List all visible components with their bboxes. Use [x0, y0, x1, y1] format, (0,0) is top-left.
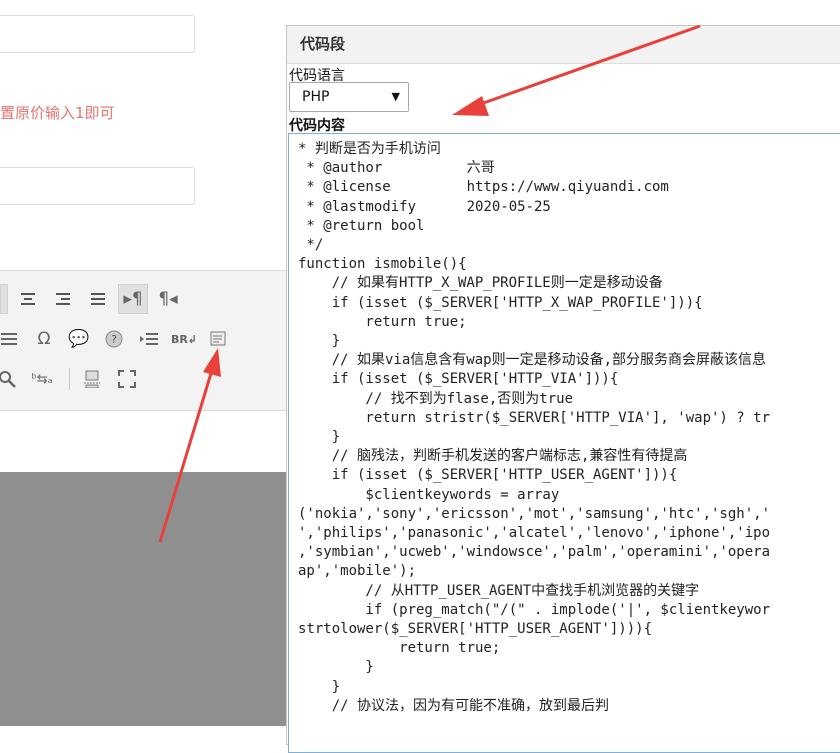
align-justify-icon[interactable] — [83, 284, 113, 314]
code-line: // 如果有HTTP_X_WAP_PROFILE则一定是移动设备 — [331, 275, 663, 292]
horizontal-rule-icon[interactable] — [0, 324, 24, 354]
ltr-icon[interactable]: ▸¶ — [118, 284, 148, 314]
find-icon[interactable] — [0, 364, 22, 394]
code-line: // 从HTTP_USER_AGENT中查找手机浏览器的关键字 — [365, 582, 700, 599]
code-line: * 判断是否为手机访问 — [298, 141, 441, 157]
fullscreen-icon[interactable] — [112, 364, 142, 394]
code-line: // 脑残法，判断手机发送的客户端标志,兼容性有待提高 — [331, 448, 688, 465]
help-icon[interactable]: ? — [99, 324, 129, 354]
code-line: } — [331, 333, 341, 350]
special-char-icon[interactable]: Ω — [29, 324, 59, 354]
replace-icon[interactable]: ᵇ⇆ₐ — [27, 364, 57, 394]
code-content-textarea[interactable]: * 判断是否为手机访问 * @author 六哥 * @license http… — [288, 133, 840, 753]
code-line: * @lastmodify 2020-05-25 — [306, 198, 551, 215]
text-input-top[interactable] — [0, 15, 195, 53]
code-line: // 找不到为flase,否则为true — [365, 390, 574, 407]
code-line: return stristr($_SERVER['HTTP_VIA'], 'wa… — [365, 409, 771, 426]
code-line: } — [365, 659, 374, 676]
code-text: * 判断是否为手机访问 * @author 六哥 * @license http… — [289, 134, 840, 716]
code-line: if (isset ($_SERVER['HTTP_X_WAP_PROFILE'… — [331, 294, 703, 311]
code-line: strtolower($_SERVER['HTTP_USER_AGENT']))… — [298, 621, 653, 638]
code-snippet-dialog: 代码段 代码语言 PHP ▼ 代码内容 * 判断是否为手机访问 * @autho… — [286, 25, 840, 753]
align-right-icon[interactable] — [48, 284, 78, 314]
code-line: ','philips','panasonic','alcatel','lenov… — [298, 525, 771, 542]
code-line: */ — [306, 237, 324, 254]
code-line: if (isset ($_SERVER['HTTP_USER_AGENT']))… — [331, 467, 678, 484]
line-break-icon[interactable]: BR↲ — [169, 324, 199, 354]
code-line: return true; — [365, 313, 467, 330]
text-input-middle[interactable] — [0, 167, 195, 205]
code-line: } — [331, 429, 341, 446]
dialog-title: 代码段 — [287, 26, 840, 64]
editor-content-area[interactable] — [0, 410, 288, 473]
language-select-value: PHP — [302, 89, 330, 105]
toolbar-divider — [69, 368, 70, 390]
svg-text:?: ? — [111, 333, 117, 346]
price-hint-text: 置原价输入1即可 — [0, 104, 115, 122]
content-label: 代码内容 — [289, 118, 345, 134]
code-line: // 如果via信息含有wap则一定是移动设备,部分服务商会屏蔽该信息 — [331, 352, 767, 369]
editor-toolbar: ​ ▸¶ ¶◂ Ω 💬 ? BR↲ ᵇ⇆ₐ — [0, 270, 288, 411]
code-line: ,'symbian','ucweb','windowsce','palm','o… — [298, 544, 771, 561]
code-line: // 协议法，因为有可能不准确，放到最后判 — [331, 697, 609, 714]
modal-overlay — [0, 472, 288, 726]
code-line: if (preg_match("/(" . implode('|', $clie… — [365, 601, 771, 618]
emoticon-icon[interactable]: 💬 — [64, 324, 94, 354]
chevron-down-icon: ▼ — [391, 90, 400, 103]
page-break-icon[interactable] — [77, 364, 107, 394]
language-select[interactable]: PHP ▼ — [289, 82, 409, 112]
code-line: * @license https://www.qiyuandi.com — [306, 179, 669, 196]
indent-icon[interactable] — [134, 324, 164, 354]
code-line: return true; — [399, 640, 501, 657]
code-line: * @return bool — [306, 217, 425, 234]
align-center-icon[interactable] — [13, 284, 43, 314]
rtl-icon[interactable]: ¶◂ — [153, 284, 183, 314]
code-line: ('nokia','sony','ericsson','mot','samsun… — [298, 505, 771, 522]
code-line: * @author 六哥 — [306, 160, 495, 177]
code-snippet-icon[interactable] — [204, 324, 234, 354]
code-line: ap','mobile'); — [298, 563, 417, 580]
code-line: if (isset ($_SERVER['HTTP_VIA'])){ — [331, 371, 619, 388]
align-left-icon[interactable]: ​ — [0, 284, 8, 314]
code-line: } — [331, 678, 341, 695]
code-line: function ismobile(){ — [298, 256, 467, 273]
code-line: $clientkeywords = array — [365, 486, 560, 503]
